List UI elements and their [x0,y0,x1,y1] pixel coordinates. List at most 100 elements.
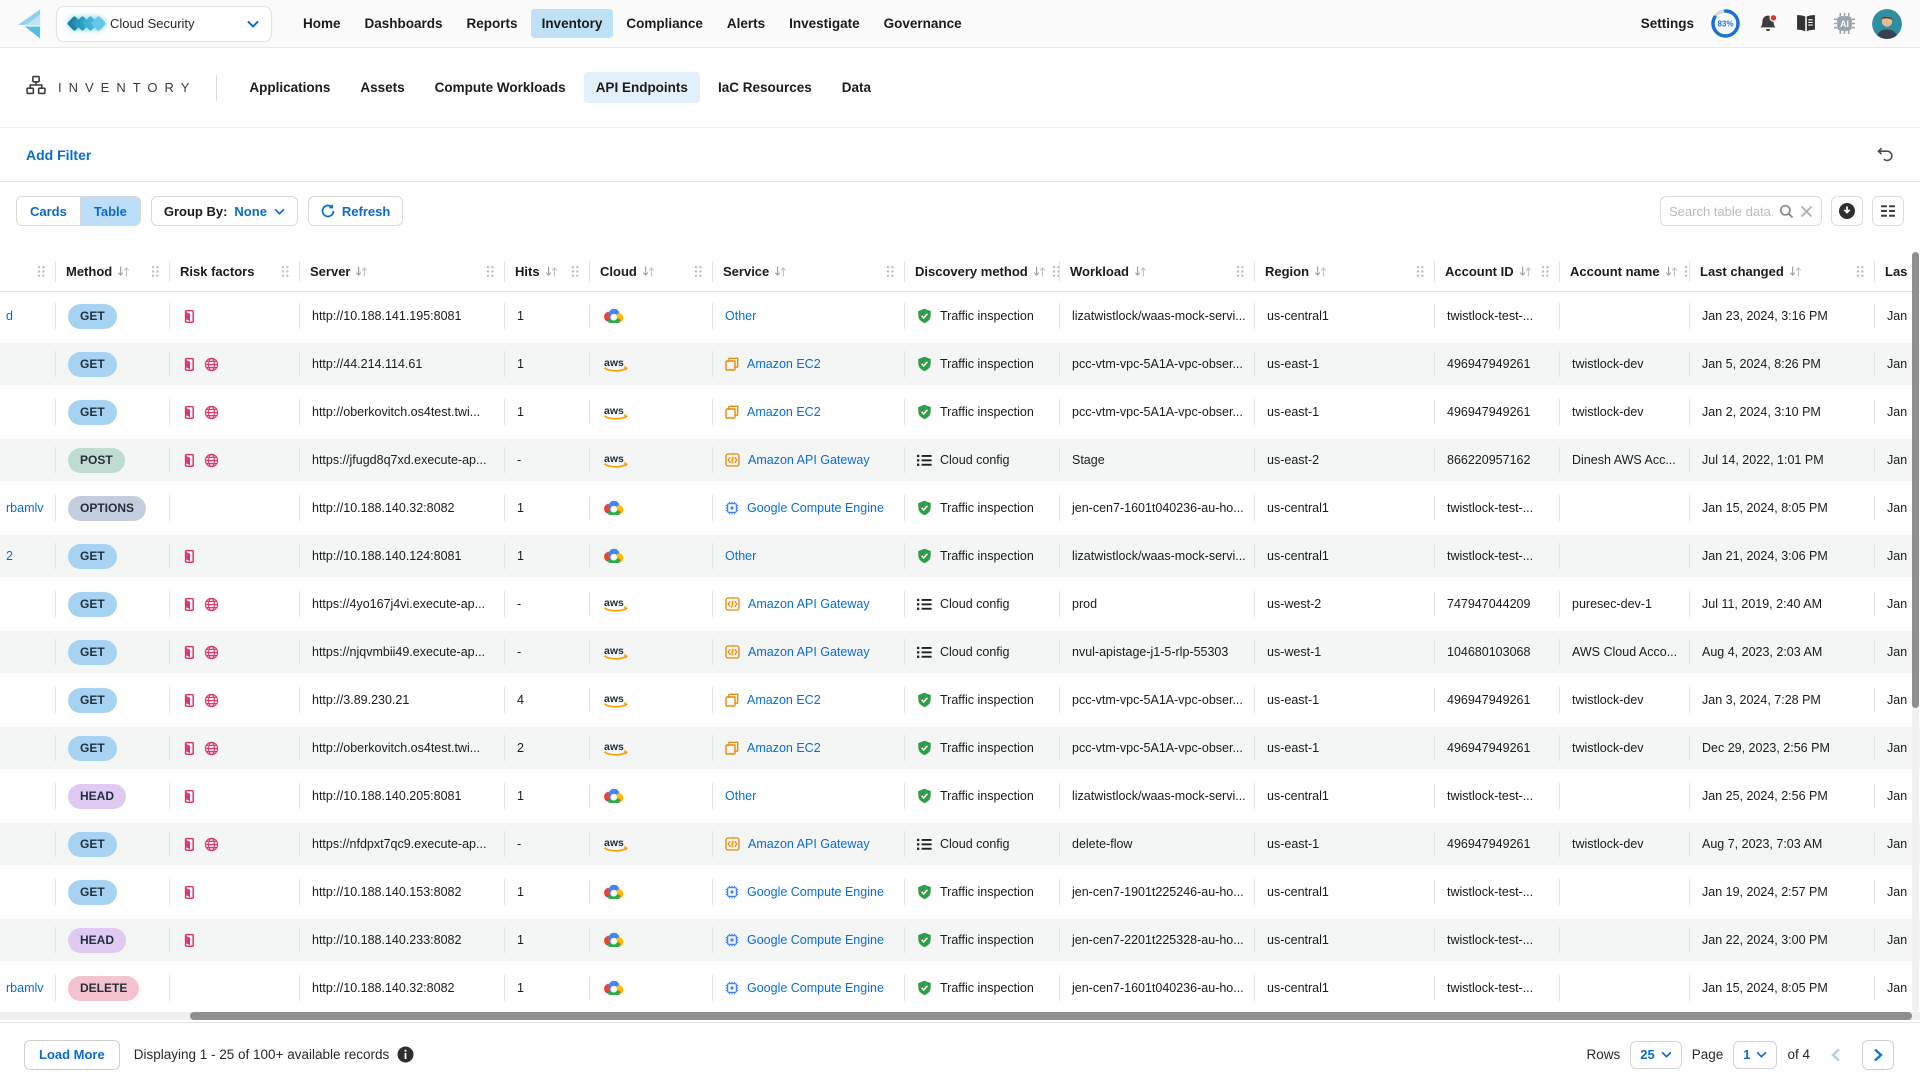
horizontal-scrollbar-thumb[interactable] [190,1012,1912,1020]
cell-method: HEAD [56,772,170,820]
refresh-button[interactable]: Refresh [308,196,403,226]
nav-item-reports[interactable]: Reports [456,9,529,38]
endpoint-path-link[interactable]: 2 [6,549,13,563]
cell-hits: 1 [505,484,590,532]
drag-handle-icon[interactable] [1855,265,1865,278]
nav-item-governance[interactable]: Governance [873,9,973,38]
service-link[interactable]: Google Compute Engine [747,501,884,515]
column-header-method[interactable]: Method [56,252,170,291]
nav-item-inventory[interactable]: Inventory [531,9,614,38]
tab-data[interactable]: Data [830,72,883,103]
service-link[interactable]: Amazon EC2 [747,405,821,419]
service-link[interactable]: Other [725,549,756,563]
download-button[interactable] [1831,196,1863,226]
column-header-region[interactable]: Region [1255,252,1435,291]
service-link[interactable]: Other [725,789,756,803]
notifications-bell-icon[interactable] [1757,13,1779,34]
group-by-dropdown[interactable]: Group By: None [151,196,298,226]
search-icon[interactable] [1779,204,1794,219]
service-link[interactable]: Amazon API Gateway [748,453,870,467]
chevron-down-icon [1661,1051,1672,1058]
service-link[interactable]: Amazon EC2 [747,741,821,755]
drag-handle-icon[interactable] [885,265,895,278]
endpoint-path-link[interactable]: d [6,309,13,323]
login-risk-icon [182,885,195,900]
column-header-account_name[interactable]: Account name [1560,252,1690,291]
service-link[interactable]: Amazon API Gateway [748,597,870,611]
cell-method: GET [56,580,170,628]
column-header-workload[interactable]: Workload [1060,252,1255,291]
drag-handle-icon[interactable] [280,265,290,278]
table-view-button[interactable]: Table [80,197,140,225]
table-search-box [1660,196,1822,226]
info-icon[interactable] [397,1046,414,1063]
clear-search-icon[interactable] [1800,205,1813,218]
usage-progress-ring[interactable]: 83% [1710,8,1741,39]
tab-compute-workloads[interactable]: Compute Workloads [423,72,578,103]
column-header-last_changed[interactable]: Last changed [1690,252,1875,291]
drag-handle-icon[interactable] [36,265,46,278]
nav-item-alerts[interactable]: Alerts [716,9,776,38]
nav-item-investigate[interactable]: Investigate [778,9,871,38]
cell-server: http://10.188.140.153:8082 [300,868,505,916]
drag-handle-icon[interactable] [570,265,580,278]
column-header-discovery[interactable]: Discovery method [905,252,1060,291]
aws-icon: aws [602,356,630,373]
load-more-button[interactable]: Load More [24,1040,120,1070]
add-filter-button[interactable]: Add Filter [26,147,91,163]
drag-handle-icon[interactable] [1051,265,1060,278]
tab-applications[interactable]: Applications [237,72,342,103]
tab-iac-resources[interactable]: IaC Resources [706,72,824,103]
endpoint-path-link[interactable]: rbamlv [6,501,44,515]
previous-page-button[interactable] [1820,1040,1852,1070]
cell-region: us-central1 [1255,292,1435,340]
service-link[interactable]: Other [725,309,756,323]
horizontal-scrollbar-track[interactable] [0,1012,1920,1020]
settings-link[interactable]: Settings [1641,16,1694,31]
nav-item-home[interactable]: Home [292,9,352,38]
drag-handle-icon[interactable] [150,265,160,278]
user-avatar[interactable] [1872,9,1902,39]
app-switcher-dropdown[interactable]: Cloud Security [56,6,272,42]
column-header-label: Risk factors [180,264,254,279]
endpoint-path-link[interactable]: rbamlv [6,981,44,995]
ai-copilot-chip-icon[interactable]: AI [1833,12,1856,35]
tab-assets[interactable]: Assets [348,72,416,103]
drag-handle-icon[interactable] [1540,265,1550,278]
drag-handle-icon[interactable] [1235,265,1245,278]
nav-item-dashboards[interactable]: Dashboards [354,9,454,38]
cell-account_id: 866220957162 [1435,436,1560,484]
cell-hits: 1 [505,292,590,340]
column-header-service[interactable]: Service [713,252,905,291]
column-header-server[interactable]: Server [300,252,505,291]
vertical-scrollbar-thumb[interactable] [1912,252,1919,708]
table-body: dGEThttp://10.188.141.195:80811OtherTraf… [0,292,1920,1012]
service-link[interactable]: Google Compute Engine [747,981,884,995]
drag-handle-icon[interactable] [693,265,703,278]
column-header-account_id[interactable]: Account ID [1435,252,1560,291]
reset-filters-icon[interactable] [1876,146,1894,163]
service-link[interactable]: Amazon EC2 [747,357,821,371]
service-link[interactable]: Google Compute Engine [747,885,884,899]
column-header-hits[interactable]: Hits [505,252,590,291]
cards-view-button[interactable]: Cards [17,197,80,225]
tab-api-endpoints[interactable]: API Endpoints [584,72,700,103]
service-link[interactable]: Amazon API Gateway [748,645,870,659]
column-settings-button[interactable] [1872,196,1904,226]
documentation-book-icon[interactable] [1795,14,1817,33]
service-link[interactable]: Amazon API Gateway [748,837,870,851]
traffic-inspection-shield-icon [917,548,932,564]
service-link[interactable]: Amazon EC2 [747,693,821,707]
drag-handle-icon[interactable] [1415,265,1425,278]
service-link[interactable]: Google Compute Engine [747,933,884,947]
next-page-button[interactable] [1862,1040,1894,1070]
sort-icon [1033,265,1046,278]
drag-handle-icon[interactable] [485,265,495,278]
search-input[interactable] [1669,204,1773,219]
rows-per-page-select[interactable]: 25 [1630,1041,1681,1069]
column-header-cloud[interactable]: Cloud [590,252,713,291]
page-number-select[interactable]: 1 [1733,1041,1777,1069]
cell-account_name [1560,868,1690,916]
nav-item-compliance[interactable]: Compliance [615,9,714,38]
drag-handle-icon[interactable] [1683,265,1690,278]
